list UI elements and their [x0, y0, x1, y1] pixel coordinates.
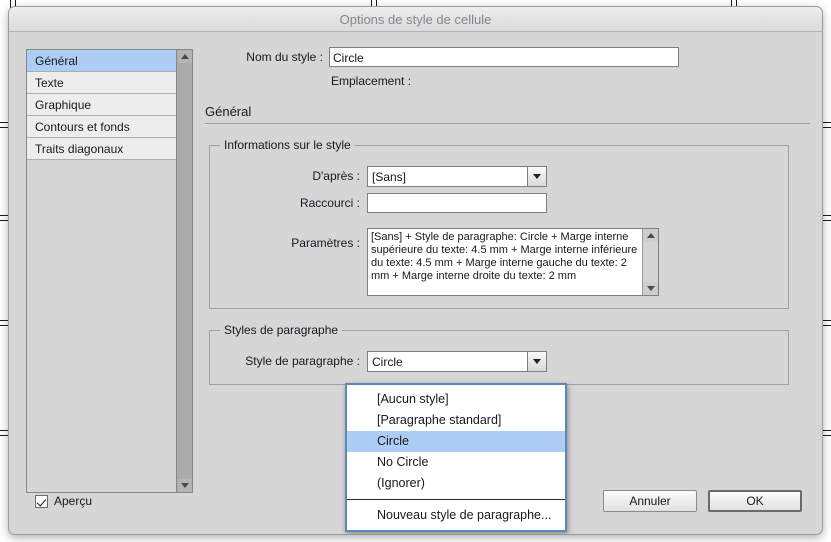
sidebar-empty-area: [27, 160, 176, 492]
based-on-label: D'après :: [312, 169, 360, 183]
preview-label: Aperçu: [54, 494, 93, 508]
screen: Options de style de cellule Général Text…: [0, 0, 831, 542]
based-on-dropdown[interactable]: [Sans]: [367, 166, 547, 187]
chevron-down-icon[interactable]: [527, 167, 546, 186]
category-list-scrollbar[interactable]: [177, 49, 193, 493]
style-name-row: Nom du style : Circle: [205, 46, 810, 68]
based-on-row: D'après : [Sans]: [220, 166, 778, 187]
paragraph-style-row: Style de paragraphe : Circle: [220, 351, 778, 372]
ok-button[interactable]: OK: [708, 490, 802, 512]
sidebar-item-graphique[interactable]: Graphique: [27, 94, 176, 116]
style-name-label: Nom du style :: [246, 50, 323, 64]
sidebar-item-general[interactable]: Général: [27, 50, 176, 72]
menu-item-label: Circle: [377, 434, 409, 448]
sidebar-item-label: Texte: [35, 76, 64, 90]
sidebar-item-contours-et-fonds[interactable]: Contours et fonds: [27, 116, 176, 138]
menu-item-paragraphe-standard[interactable]: [Paragraphe standard]: [347, 410, 565, 431]
shortcut-input[interactable]: [367, 193, 547, 213]
dialog-titlebar: Options de style de cellule: [9, 7, 822, 32]
shortcut-label: Raccourci :: [299, 196, 360, 210]
location-label: Emplacement :: [331, 74, 412, 88]
dialog-body: Général Texte Graphique Contours et fond…: [9, 32, 822, 534]
sidebar-item-label: Traits diagonaux: [35, 142, 124, 156]
paragraph-style-dropdown[interactable]: Circle: [367, 351, 547, 372]
preview-checkbox-row[interactable]: Aperçu: [35, 494, 92, 508]
scroll-up-arrow-icon[interactable]: [643, 229, 658, 242]
cell-style-options-dialog: Options de style de cellule Général Text…: [8, 6, 823, 535]
menu-item-label: (Ignorer): [377, 476, 425, 490]
paragraph-style-label: Style de paragraphe :: [245, 354, 360, 368]
page-title: Général: [205, 104, 252, 119]
paragraph-styles-legend: Styles de paragraphe: [224, 323, 339, 337]
sidebar-item-label: Contours et fonds: [35, 120, 130, 134]
scroll-down-arrow-icon[interactable]: [177, 479, 192, 492]
menu-separator: [347, 499, 565, 500]
dialog-content: Nom du style : Circle Emplacement : Géné…: [205, 46, 810, 385]
paragraph-styles-group: Styles de paragraphe Style de paragraphe…: [209, 323, 789, 385]
sidebar-item-label: Général: [35, 54, 78, 68]
based-on-value: [Sans]: [372, 169, 407, 184]
scroll-up-arrow-icon[interactable]: [177, 50, 192, 63]
menu-item-aucun-style[interactable]: [Aucun style]: [347, 389, 565, 410]
menu-item-circle[interactable]: Circle: [347, 431, 565, 452]
sidebar-item-traits-diagonaux[interactable]: Traits diagonaux: [27, 138, 176, 160]
dialog-buttons: Annuler OK: [603, 490, 802, 512]
menu-item-label: Nouveau style de paragraphe...: [377, 508, 552, 522]
paragraph-style-dropdown-menu[interactable]: [Aucun style] [Paragraphe standard] Circ…: [345, 383, 567, 532]
menu-item-ignorer[interactable]: (Ignorer): [347, 473, 565, 494]
section-divider: [205, 123, 810, 124]
style-info-legend: Informations sur le style: [224, 138, 351, 152]
menu-item-label: [Paragraphe standard]: [377, 413, 502, 427]
menu-item-no-circle[interactable]: No Circle: [347, 452, 565, 473]
params-textarea[interactable]: [Sans] + Style de paragraphe: Circle + M…: [367, 228, 659, 296]
location-row: Emplacement :: [205, 74, 810, 88]
sidebar-item-texte[interactable]: Texte: [27, 72, 176, 94]
menu-item-label: [Aucun style]: [377, 392, 449, 406]
scroll-down-arrow-icon[interactable]: [643, 282, 658, 295]
menu-item-nouveau-style-de-paragraphe[interactable]: Nouveau style de paragraphe...: [347, 505, 565, 526]
menu-item-label: No Circle: [377, 455, 429, 469]
params-scrollbar[interactable]: [642, 229, 658, 295]
params-value: [Sans] + Style de paragraphe: Circle + M…: [371, 231, 638, 282]
style-name-input[interactable]: Circle: [329, 47, 679, 67]
params-row: Paramètres : [Sans] + Style de paragraph…: [220, 228, 778, 296]
style-info-group: Informations sur le style D'après : [San…: [209, 138, 789, 309]
preview-checkbox[interactable]: [35, 494, 48, 508]
cancel-button[interactable]: Annuler: [603, 490, 697, 512]
chevron-down-icon[interactable]: [527, 352, 546, 371]
paragraph-style-value: Circle: [372, 354, 403, 369]
sidebar-item-label: Graphique: [35, 98, 92, 112]
params-label: Paramètres :: [291, 236, 360, 250]
category-list[interactable]: Général Texte Graphique Contours et fond…: [26, 49, 177, 493]
shortcut-row: Raccourci :: [220, 193, 778, 214]
dialog-title: Options de style de cellule: [339, 11, 492, 27]
